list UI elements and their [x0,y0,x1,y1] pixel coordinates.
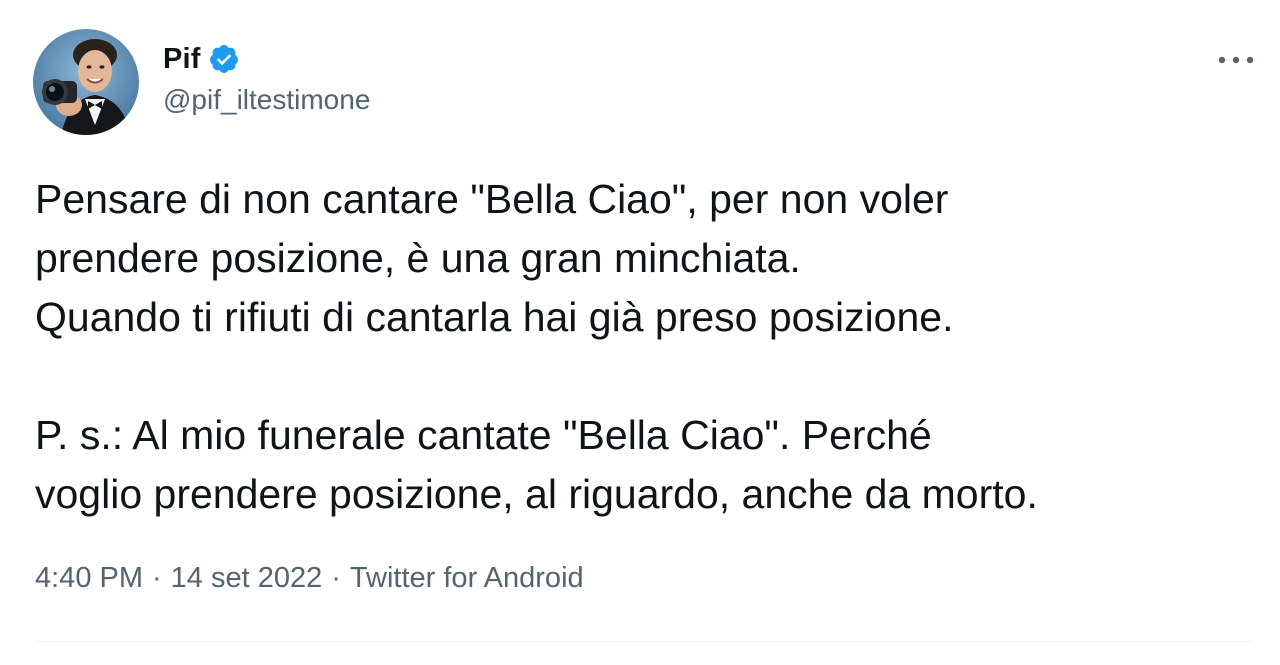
author-display-name[interactable]: Pif [163,43,201,76]
more-options-button[interactable] [1212,44,1260,76]
divider [35,641,1253,642]
verified-badge-icon [208,43,240,75]
tweet-card: Pif @pif_iltestimone Pensare di non cant… [0,0,1280,665]
author-handle[interactable]: @pif_iltestimone [163,84,370,116]
tweet-time[interactable]: 4:40 PM [35,562,143,595]
more-options-icon [1218,56,1254,64]
avatar[interactable] [33,29,139,135]
name-row: Pif [163,40,370,78]
meta-separator: · [331,562,341,594]
tweet-date[interactable]: 14 set 2022 [171,562,323,595]
author-block: Pif @pif_iltestimone [163,40,370,116]
tweet-meta: 4:40 PM · 14 set 2022 · Twitter for Andr… [35,562,584,595]
tweet-source[interactable]: Twitter for Android [350,562,584,595]
tweet-text: Pensare di non cantare "Bella Ciao", per… [35,176,1038,517]
avatar-photo-icon [33,29,139,135]
meta-separator: · [152,562,162,594]
